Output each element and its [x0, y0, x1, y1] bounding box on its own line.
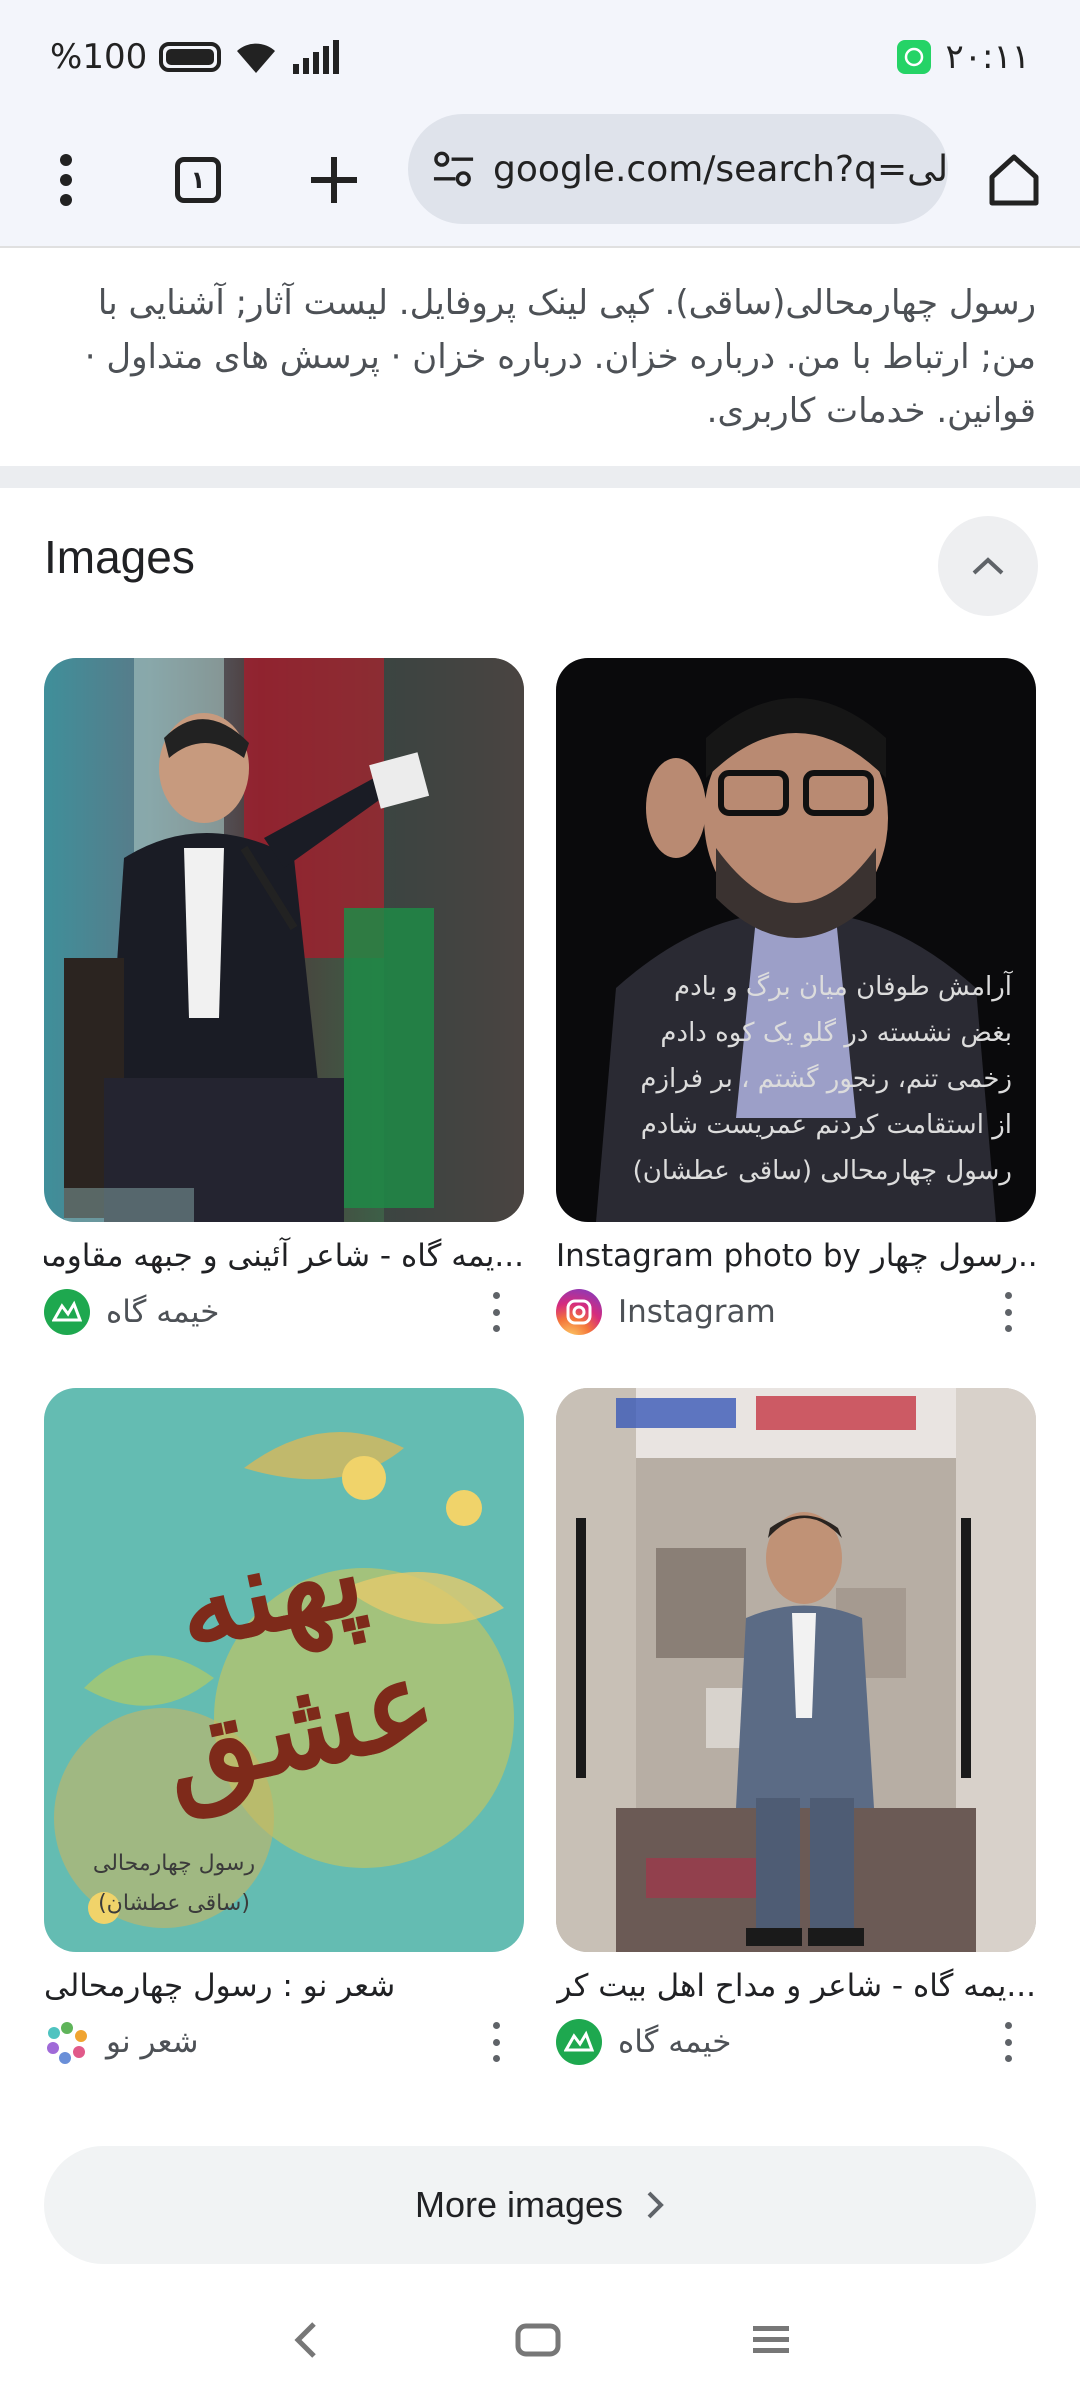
- image-source-row[interactable]: شعر نو: [44, 2014, 524, 2070]
- poem-overlay: آرامش طوفان میان برگ و بادم بغض نشسته در…: [572, 964, 1012, 1194]
- battery-icon: [159, 42, 222, 72]
- home-button[interactable]: [970, 136, 1058, 224]
- more-options-icon[interactable]: [486, 2022, 506, 2062]
- search-result-snippet: رسول چهارمحالی(ساقی). کپی لینک پروفایل. …: [84, 283, 1036, 431]
- image-thumbnail[interactable]: [556, 1388, 1036, 1952]
- more-options-icon[interactable]: [998, 2022, 1018, 2062]
- system-nav-bar: [0, 2280, 1080, 2400]
- status-right: ۲۰:۱۱: [897, 32, 1030, 82]
- wifi-icon: [237, 43, 276, 73]
- chevron-up-icon: [972, 557, 1004, 575]
- khimegah-icon: [44, 1289, 90, 1335]
- home-icon: [989, 154, 1039, 206]
- tabs-count: ۱: [175, 157, 221, 203]
- signal-icon: [293, 40, 340, 74]
- status-bar: % 100 ۲۰:۱۱: [0, 0, 1080, 112]
- image-thumbnail[interactable]: پهنه عشق رسول چهارمحالی (ساقی عطشان): [44, 1388, 524, 1952]
- image-source-row[interactable]: Instagram: [556, 1284, 1036, 1340]
- image-result-card[interactable]: ...یمه گاه - شاعر آئینی و جبهه مقاومت خی…: [44, 658, 524, 1340]
- image-source-row[interactable]: خیمه گاه: [44, 1284, 524, 1340]
- kebab-menu-icon: [60, 154, 72, 206]
- image-source-name: خیمه گاه: [106, 1294, 220, 1330]
- poem-line: بغض نشسته در گلو یک کوه دادم: [660, 1018, 1012, 1048]
- site-settings-icon[interactable]: [432, 149, 475, 189]
- home-square-icon: [515, 2323, 561, 2357]
- image-caption[interactable]: شعر نو : رسول چهارمحالی: [44, 1962, 524, 2010]
- section-divider: [0, 466, 1080, 488]
- poem-line: از استقامت کردنم عمریست شادم: [640, 1110, 1012, 1140]
- artwork-author-line: (ساقی عطشان): [98, 1891, 250, 1916]
- more-options-icon[interactable]: [998, 1292, 1018, 1332]
- battery-percent-sign: %: [50, 37, 83, 77]
- recents-button[interactable]: [736, 2310, 806, 2370]
- more-options-icon[interactable]: [486, 1292, 506, 1332]
- clock: ۲۰:۱۱: [945, 37, 1030, 77]
- khimegah-icon: [556, 2019, 602, 2065]
- collapse-button[interactable]: [938, 516, 1038, 616]
- more-images-button[interactable]: More images: [44, 2146, 1036, 2264]
- image-thumbnail[interactable]: [44, 658, 524, 1222]
- url-text[interactable]: google.com/search?q=الی: [493, 149, 948, 190]
- image-result-card[interactable]: آرامش طوفان میان برگ و بادم بغض نشسته در…: [556, 658, 1036, 1340]
- artwork-author-line: رسول چهارمحالی: [92, 1851, 256, 1876]
- instagram-icon: [556, 1289, 602, 1335]
- image-source-name: شعر نو: [106, 2024, 199, 2060]
- chevron-right-icon: [647, 2191, 664, 2219]
- poem-line: زخمی تنم، رنجور گشتم ، بر فرازم: [640, 1064, 1012, 1094]
- image-result-card[interactable]: پهنه عشق رسول چهارمحالی (ساقی عطشان) شعر…: [44, 1388, 524, 2070]
- poem-line: رسول چهارمحالی (ساقی عطشان): [632, 1156, 1012, 1186]
- home-nav-button[interactable]: [503, 2310, 573, 2370]
- back-icon: [294, 2322, 316, 2358]
- image-result-card[interactable]: ...یمه گاه - شاعر و مداح اهل بیت کربلا خ…: [556, 1388, 1036, 2070]
- recents-icon: [753, 2326, 789, 2353]
- images-section-title: Images: [44, 531, 195, 583]
- battery-level: 100: [82, 37, 148, 77]
- image-caption[interactable]: Instagram photo by رسول چهار...: [556, 1232, 1036, 1280]
- back-button[interactable]: [270, 2310, 340, 2370]
- image-source-row[interactable]: خیمه گاه: [556, 2014, 1036, 2070]
- poet-speaking-photo: [64, 658, 524, 1222]
- tab-switcher-button[interactable]: ۱: [154, 136, 242, 224]
- image-thumbnail[interactable]: آرامش طوفان میان برگ و بادم بغض نشسته در…: [556, 658, 1036, 1222]
- more-images-label: More images: [414, 2184, 624, 2225]
- plus-icon: [311, 157, 357, 203]
- new-tab-button[interactable]: [290, 136, 378, 224]
- shereno-icon: [44, 2019, 90, 2065]
- address-bar[interactable]: google.com/search?q=الی: [408, 114, 948, 224]
- image-source-name: Instagram: [618, 1294, 776, 1330]
- whatsapp-icon: [897, 40, 932, 74]
- poet-standing-photo: [556, 1388, 1036, 1952]
- image-source-name: خیمه گاه: [618, 2024, 732, 2060]
- image-caption[interactable]: ...یمه گاه - شاعر آئینی و جبهه مقاومت: [44, 1232, 524, 1280]
- image-caption[interactable]: ...یمه گاه - شاعر و مداح اهل بیت کربلا: [556, 1962, 1036, 2010]
- poem-line: آرامش طوفان میان برگ و بادم: [674, 972, 1012, 1002]
- status-left: % 100: [50, 32, 341, 82]
- menu-button[interactable]: [22, 136, 110, 224]
